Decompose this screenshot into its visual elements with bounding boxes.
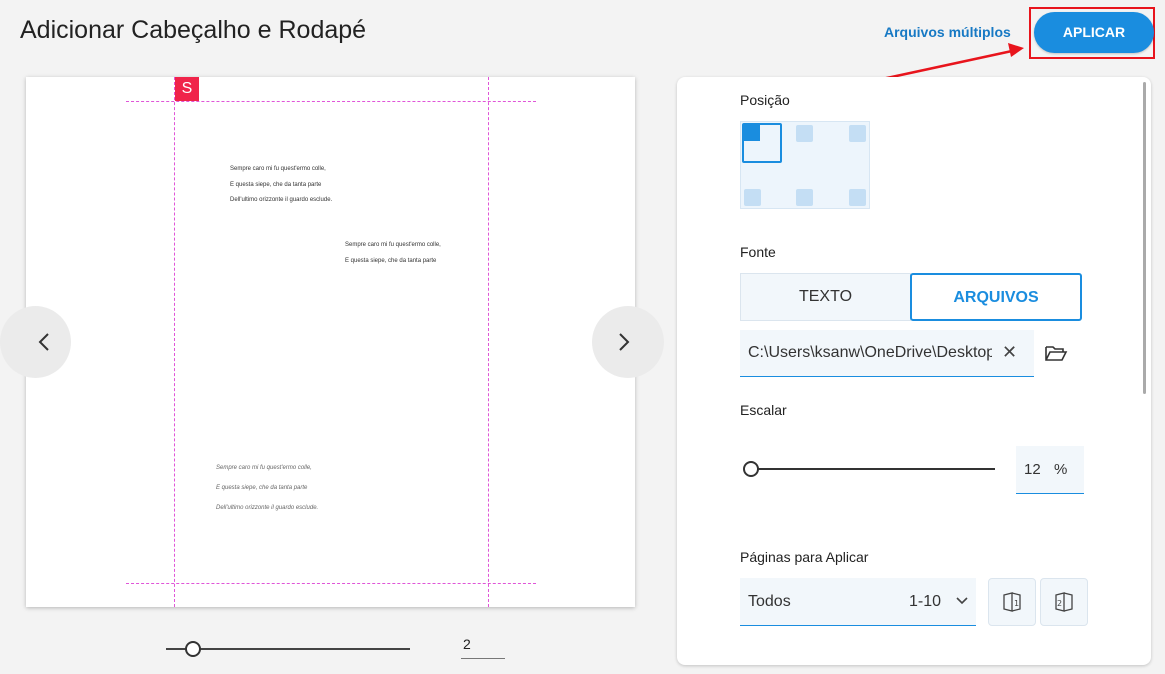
panel-scrollbar[interactable] xyxy=(1143,82,1146,394)
pages-dropdown[interactable]: Todos 1-10 xyxy=(740,578,976,626)
left-guide xyxy=(174,77,175,607)
position-bottom-left[interactable] xyxy=(744,189,761,206)
svg-text:2: 2 xyxy=(1057,599,1062,608)
document-line: Dell'ultimo orizzonte il guardo esclude. xyxy=(230,197,333,203)
odd-pages-button[interactable]: 1 xyxy=(988,578,1036,626)
tab-files[interactable]: ARQUIVOS xyxy=(910,273,1082,321)
position-top-right[interactable] xyxy=(849,125,866,142)
next-page-button[interactable] xyxy=(592,306,664,378)
document-line: Sempre caro mi fu quest'ermo colle, xyxy=(345,242,441,248)
pages-label: Páginas para Aplicar xyxy=(740,549,869,565)
document-line: E questa siepe, che da tanta parte xyxy=(216,485,308,491)
document-line: Sempre caro mi fu quest'ermo colle, xyxy=(230,166,326,172)
header-guide xyxy=(126,101,536,102)
pages-range: 1-10 xyxy=(909,593,942,610)
even-pages-icon: 2 xyxy=(1055,592,1073,612)
scale-slider-track[interactable] xyxy=(751,468,995,470)
close-icon[interactable]: ✕ xyxy=(1002,342,1017,363)
page-slider-thumb[interactable] xyxy=(184,641,201,657)
odd-pages-icon: 1 xyxy=(1003,592,1021,612)
page-slider-track[interactable] xyxy=(166,648,410,650)
page-preview: S Sempre caro mi fu quest'ermo colle, E … xyxy=(26,77,635,607)
svg-text:1: 1 xyxy=(1014,599,1019,608)
folder-open-icon[interactable] xyxy=(1044,342,1068,364)
position-label: Posição xyxy=(740,92,790,108)
footer-guide xyxy=(126,583,536,584)
font-label: Fonte xyxy=(740,244,776,260)
right-guide xyxy=(488,77,489,607)
scale-unit: % xyxy=(1054,461,1068,478)
scale-input[interactable]: 12 % xyxy=(1016,446,1084,494)
previous-page-button[interactable] xyxy=(0,306,71,378)
file-path-value: C:\Users\ksanw\OneDrive\Desktop xyxy=(748,344,992,361)
document-line: E questa siepe, che da tanta parte xyxy=(230,182,322,188)
file-path-field[interactable]: C:\Users\ksanw\OneDrive\Desktop ✕ xyxy=(740,330,1034,377)
pages-selected: Todos xyxy=(748,593,791,610)
position-top-center[interactable] xyxy=(796,125,813,142)
position-top-left-selected[interactable] xyxy=(742,123,782,163)
position-bottom-center[interactable] xyxy=(796,189,813,206)
chevron-right-icon xyxy=(619,333,630,351)
position-bottom-right[interactable] xyxy=(849,189,866,206)
scale-label: Escalar xyxy=(740,402,787,418)
scale-slider-thumb[interactable] xyxy=(743,461,759,477)
page-number-field[interactable]: 2 xyxy=(461,636,505,659)
even-pages-button[interactable]: 2 xyxy=(1040,578,1088,626)
document-line: Dell'ultimo orizzonte il guardo esclude. xyxy=(216,505,319,511)
tab-text[interactable]: TEXTO xyxy=(740,273,911,321)
document-line: Sempre caro mi fu quest'ermo colle, xyxy=(216,465,312,471)
chevron-down-icon xyxy=(956,597,968,605)
scale-value: 12 xyxy=(1024,461,1041,478)
header-stamp-badge: S xyxy=(175,77,199,101)
document-line: E questa siepe, che da tanta parte xyxy=(345,258,437,264)
chevron-left-icon xyxy=(38,333,49,351)
